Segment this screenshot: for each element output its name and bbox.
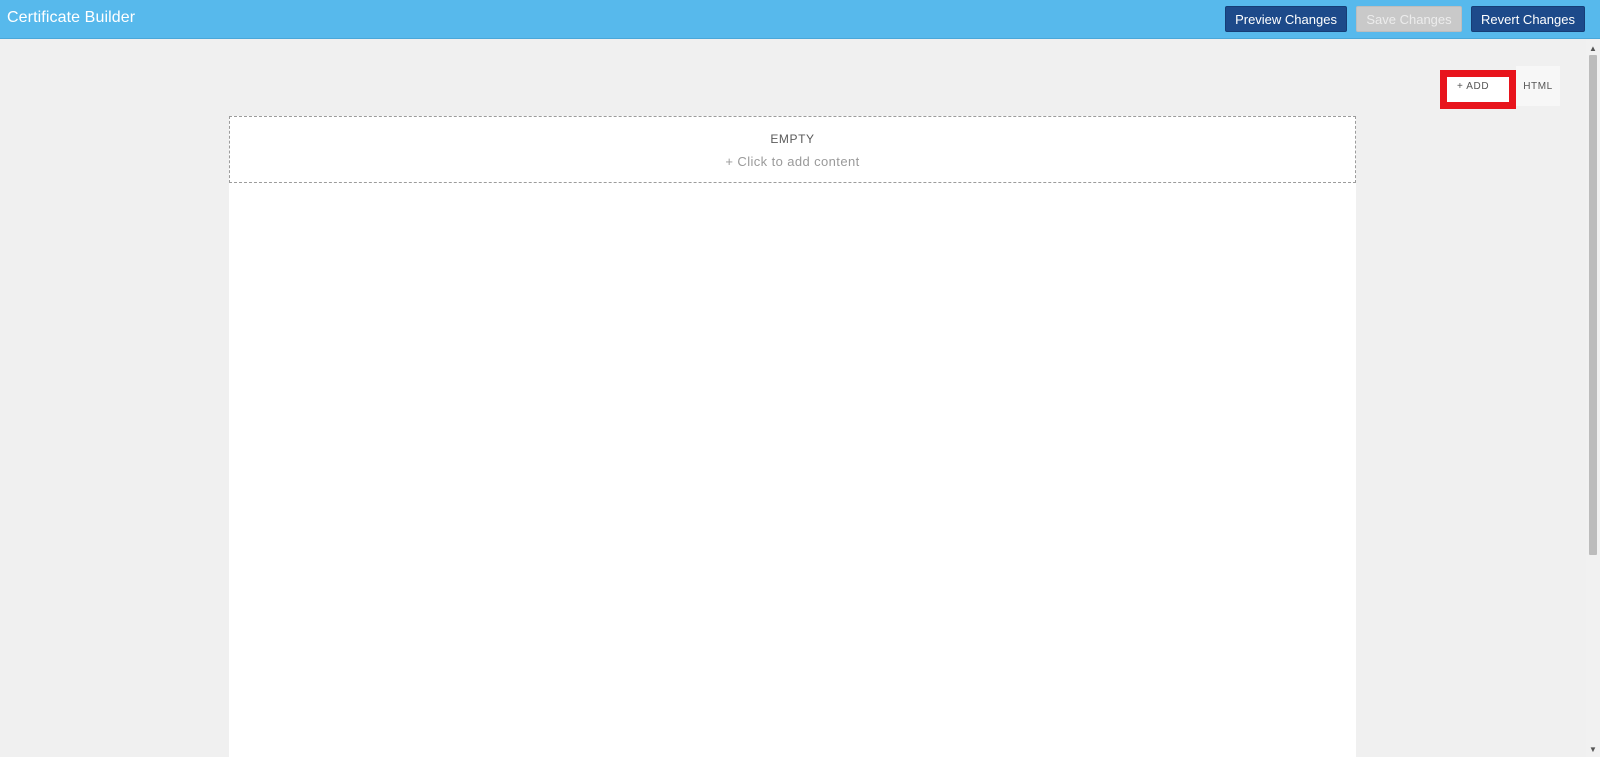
empty-content-block[interactable]: EMPTY + Click to add content (229, 116, 1356, 183)
scroll-down-arrow-icon[interactable]: ▼ (1586, 742, 1600, 756)
add-element-button[interactable]: + ADD (1440, 70, 1516, 109)
header-actions: Preview Changes Save Changes Revert Chan… (1225, 6, 1585, 32)
revert-changes-button[interactable]: Revert Changes (1471, 6, 1585, 32)
certificate-canvas: EMPTY + Click to add content (229, 116, 1356, 757)
element-toolbar: + ADD HTML (1440, 66, 1560, 109)
add-content-hint: + Click to add content (725, 154, 860, 169)
html-element-button[interactable]: HTML (1516, 66, 1560, 106)
app-header: Certificate Builder Preview Changes Save… (0, 0, 1600, 39)
empty-label: EMPTY (770, 132, 815, 146)
page-scrollbar[interactable]: ▲ ▼ (1586, 40, 1600, 757)
preview-changes-button[interactable]: Preview Changes (1225, 6, 1347, 32)
save-changes-button[interactable]: Save Changes (1356, 6, 1462, 32)
scroll-up-arrow-icon[interactable]: ▲ (1586, 41, 1600, 55)
scrollbar-thumb[interactable] (1589, 55, 1597, 555)
app-title: Certificate Builder (7, 9, 136, 26)
